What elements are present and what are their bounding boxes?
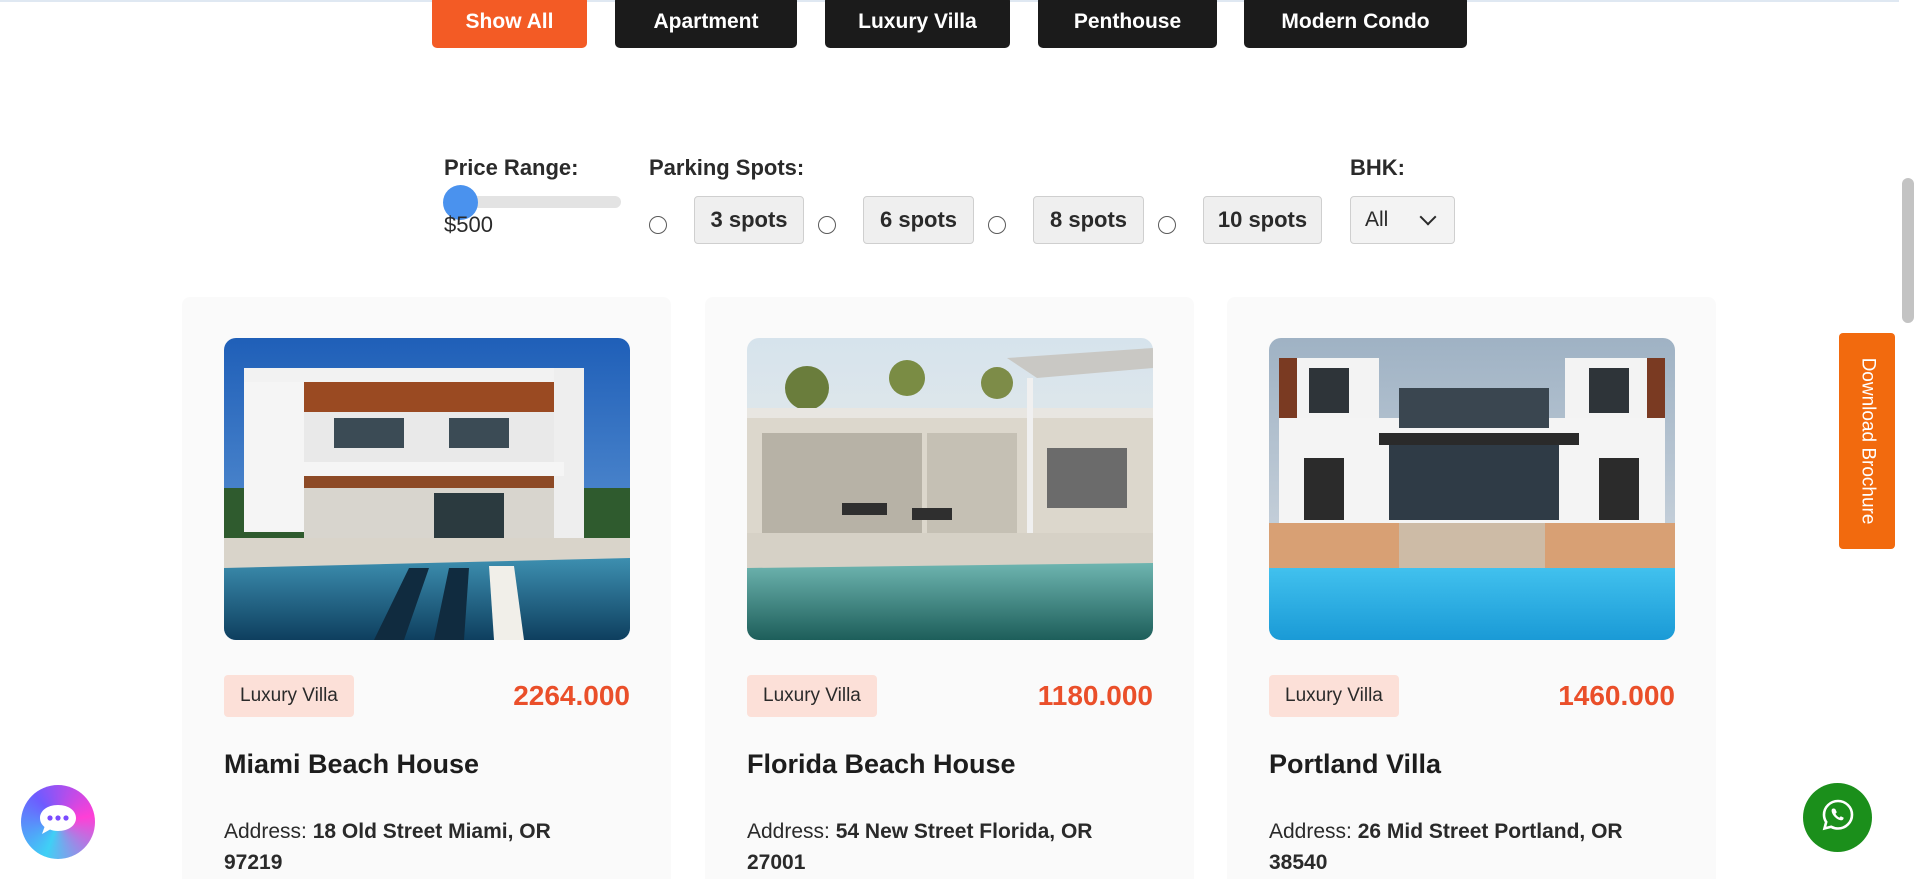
property-address: Address: 26 Mid Street Portland, OR 3854…	[1269, 816, 1649, 878]
property-image[interactable]	[747, 338, 1153, 640]
property-card[interactable]: Luxury Villa 2264.000 Miami Beach House …	[182, 297, 671, 879]
parking-radio-3[interactable]	[649, 216, 667, 234]
category-badge: Luxury Villa	[224, 675, 354, 717]
property-card[interactable]: Luxury Villa 1180.000 Florida Beach Hous…	[705, 297, 1194, 879]
scrollbar-thumb[interactable]	[1902, 178, 1914, 323]
property-address: Address: 54 New Street Florida, OR 27001	[747, 816, 1127, 878]
address-label: Address:	[1269, 820, 1352, 843]
filter-tab-luxury-villa[interactable]: Luxury Villa	[825, 0, 1010, 48]
parking-spots-label: Parking Spots:	[649, 155, 805, 180]
category-badge: Luxury Villa	[747, 675, 877, 717]
property-address: Address: 18 Old Street Miami, OR 97219	[224, 816, 604, 878]
filter-tab-penthouse[interactable]: Penthouse	[1038, 0, 1217, 48]
property-price: 1460.000	[1558, 680, 1675, 711]
filter-tab-show-all[interactable]: Show All	[432, 0, 587, 48]
property-image[interactable]	[1269, 338, 1675, 640]
property-title[interactable]: Portland Villa	[1269, 749, 1441, 780]
chat-widget-button[interactable]	[21, 785, 95, 859]
chat-icon	[38, 802, 78, 843]
property-price: 1180.000	[1037, 680, 1153, 711]
parking-option-8[interactable]: 8 spots	[1033, 196, 1144, 244]
parking-option-3[interactable]: 3 spots	[694, 196, 804, 244]
parking-radio-6[interactable]	[818, 216, 836, 234]
bhk-label: BHK:	[1350, 155, 1405, 180]
parking-option-6[interactable]: 6 spots	[863, 196, 974, 244]
property-title[interactable]: Florida Beach House	[747, 749, 1016, 780]
bhk-select[interactable]: All	[1350, 196, 1455, 244]
scrollbar-track[interactable]	[1899, 0, 1917, 879]
property-title[interactable]: Miami Beach House	[224, 749, 479, 780]
address-label: Address:	[224, 820, 307, 843]
address-label: Address:	[747, 820, 830, 843]
category-badge: Luxury Villa	[1269, 675, 1399, 717]
filter-tab-modern-condo[interactable]: Modern Condo	[1244, 0, 1467, 48]
price-range-label: Price Range:	[444, 155, 579, 180]
whatsapp-icon	[1820, 797, 1856, 838]
download-brochure-label: Download Brochure	[1857, 357, 1878, 525]
download-brochure-button[interactable]: Download Brochure	[1839, 333, 1895, 549]
filter-tab-apartment[interactable]: Apartment	[615, 0, 797, 48]
parking-radio-10[interactable]	[1158, 216, 1176, 234]
property-image[interactable]	[224, 338, 630, 640]
property-price: 2264.000	[513, 680, 630, 711]
property-card[interactable]: Luxury Villa 1460.000 Portland Villa Add…	[1227, 297, 1716, 879]
parking-radio-8[interactable]	[988, 216, 1006, 234]
bhk-selected-value: All	[1365, 208, 1389, 231]
whatsapp-button[interactable]	[1803, 783, 1872, 852]
parking-option-10[interactable]: 10 spots	[1203, 196, 1322, 244]
price-range-value: $500	[444, 212, 493, 237]
chevron-down-icon	[1419, 208, 1437, 226]
